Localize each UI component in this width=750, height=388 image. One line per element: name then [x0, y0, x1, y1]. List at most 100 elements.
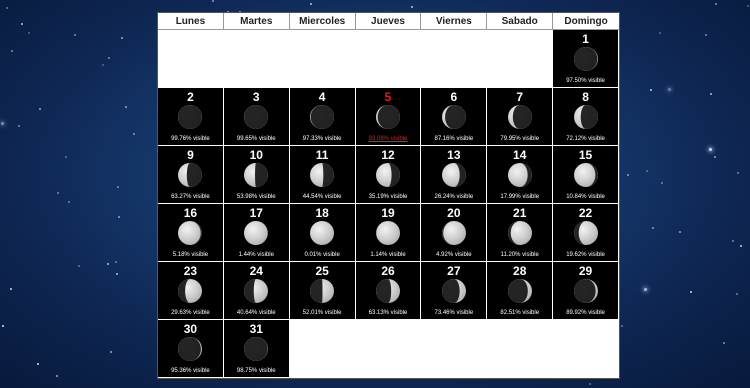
moon-phase-calendar: Lunes Martes Miercoles Jueves Viernes Sa… — [157, 12, 620, 379]
visibility-percent: 89.92% visible — [566, 310, 605, 316]
day-cell-19[interactable]: 19 1.14% visible — [355, 204, 422, 262]
visibility-percent: 17.99% visible — [500, 194, 540, 200]
day-cell-14[interactable]: 14 17.99% visible — [487, 146, 554, 204]
moon-phase-icon — [507, 163, 532, 187]
day-number: 21 — [513, 206, 527, 220]
day-cell-16[interactable]: 16 5.18% visible — [158, 204, 224, 262]
day-cell-25[interactable]: 25 52.01% visible — [289, 262, 356, 320]
day-cell-11[interactable]: 11 44.54% visible — [289, 146, 356, 204]
day-cell-10[interactable]: 10 53.98% visible — [223, 146, 290, 204]
star — [64, 155, 67, 158]
star — [737, 172, 740, 175]
day-number: 28 — [513, 264, 527, 278]
day-number: 22 — [578, 206, 593, 220]
star — [646, 170, 649, 173]
calendar-grid: 1 97.50% visible 2 99.76% visible 3 99.65% vi… — [158, 30, 619, 378]
day-cell-7[interactable]: 7 79.95% visible — [487, 88, 554, 146]
day-number: 11 — [315, 148, 329, 162]
day-cell-29[interactable]: 29 89.92% visible — [553, 262, 619, 320]
day-number: 23 — [183, 264, 198, 278]
day-number: 27 — [447, 264, 461, 278]
day-number: 14 — [513, 148, 527, 162]
day-number: 18 — [315, 206, 329, 220]
visibility-percent: 4.92% visible — [436, 252, 472, 258]
visibility-percent[interactable]: 93.08% visible — [356, 136, 421, 142]
star — [652, 226, 655, 229]
day-cell-27[interactable]: 27 73.46% visible — [421, 262, 488, 320]
day-cell-12[interactable]: 12 35.19% visible — [355, 146, 422, 204]
empty-day-cell — [355, 320, 422, 378]
star — [715, 2, 718, 5]
star — [107, 56, 110, 59]
visibility-percent: 95.36% visible — [171, 368, 210, 374]
moon-phase-icon — [310, 163, 335, 187]
visibility-percent: 63.13% visible — [368, 310, 408, 316]
moon-phase-icon — [573, 279, 598, 303]
day-cell-23[interactable]: 23 29.63% visible — [158, 262, 224, 320]
visibility-percent: 82.51% visible — [500, 310, 540, 316]
star — [2, 324, 5, 327]
day-cell-17[interactable]: 17 1.44% visible — [223, 204, 290, 262]
visibility-percent: 97.33% visible — [302, 136, 342, 142]
day-cell-18[interactable]: 18 0.01% visible — [289, 204, 356, 262]
day-cell-5[interactable]: 5 93.08% visible — [355, 88, 422, 146]
day-cell-21[interactable]: 21 11.20% visible — [487, 204, 554, 262]
star — [643, 288, 647, 292]
day-cell-4[interactable]: 4 97.33% visible — [289, 88, 356, 146]
star — [746, 5, 749, 8]
moon-phase-icon — [441, 221, 466, 245]
day-cell-3[interactable]: 3 99.65% visible — [223, 88, 290, 146]
day-cell-15[interactable]: 15 10.84% visible — [553, 146, 619, 204]
day-cell-30[interactable]: 30 95.36% visible — [158, 320, 224, 378]
day-number: 5 — [384, 90, 392, 104]
moon-phase-icon — [441, 163, 466, 187]
weekday-wednesday: Miercoles — [289, 13, 356, 30]
weekday-header: Lunes Martes Miercoles Jueves Viernes Sa… — [158, 13, 619, 30]
visibility-percent: 98.75% visible — [236, 368, 276, 374]
moon-phase-icon — [573, 47, 598, 71]
moon-phase-icon — [573, 221, 598, 245]
visibility-percent: 0.01% visible — [304, 252, 340, 258]
visibility-percent: 10.84% visible — [566, 194, 605, 200]
day-number: 24 — [249, 264, 263, 278]
moon-phase-icon — [375, 163, 400, 187]
star — [118, 216, 121, 219]
day-cell-26[interactable]: 26 63.13% visible — [355, 262, 422, 320]
star — [120, 36, 123, 39]
visibility-percent: 97.50% visible — [566, 78, 605, 84]
star — [678, 231, 681, 234]
star — [689, 290, 692, 293]
visibility-percent: 87.16% visible — [434, 136, 474, 142]
day-cell-22[interactable]: 22 19.62% visible — [553, 204, 619, 262]
star — [57, 192, 60, 195]
star — [740, 245, 743, 248]
moon-phase-icon — [178, 163, 203, 187]
day-number: 2 — [187, 90, 194, 104]
day-cell-9[interactable]: 9 63.27% visible — [158, 146, 224, 204]
day-cell-2[interactable]: 2 99.76% visible — [158, 88, 224, 146]
day-number: 25 — [315, 264, 329, 278]
star — [107, 263, 110, 266]
day-cell-6[interactable]: 6 87.16% visible — [421, 88, 488, 146]
visibility-percent: 44.54% visible — [302, 194, 342, 200]
day-cell-8[interactable]: 8 72.12% visible — [553, 88, 619, 146]
day-cell-20[interactable]: 20 4.92% visible — [421, 204, 488, 262]
day-cell-24[interactable]: 24 40.64% visible — [223, 262, 290, 320]
day-cell-28[interactable]: 28 82.51% visible — [487, 262, 554, 320]
day-cell-1[interactable]: 1 97.50% visible — [553, 30, 619, 88]
star — [74, 34, 77, 37]
weekday-friday: Viernes — [421, 13, 488, 30]
visibility-percent: 53.98% visible — [236, 194, 276, 200]
empty-day-cell — [289, 320, 356, 378]
moon-phase-icon — [441, 105, 466, 129]
moon-phase-icon — [573, 163, 598, 187]
star — [20, 23, 23, 26]
day-cell-31[interactable]: 31 98.75% visible — [223, 320, 290, 378]
day-number: 19 — [381, 206, 395, 220]
star — [705, 34, 708, 37]
visibility-percent: 63.27% visible — [171, 194, 210, 200]
day-cell-13[interactable]: 13 26.24% visible — [421, 146, 488, 204]
moon-phase-icon — [178, 221, 203, 245]
empty-day-cell — [421, 320, 488, 378]
star — [115, 272, 118, 275]
